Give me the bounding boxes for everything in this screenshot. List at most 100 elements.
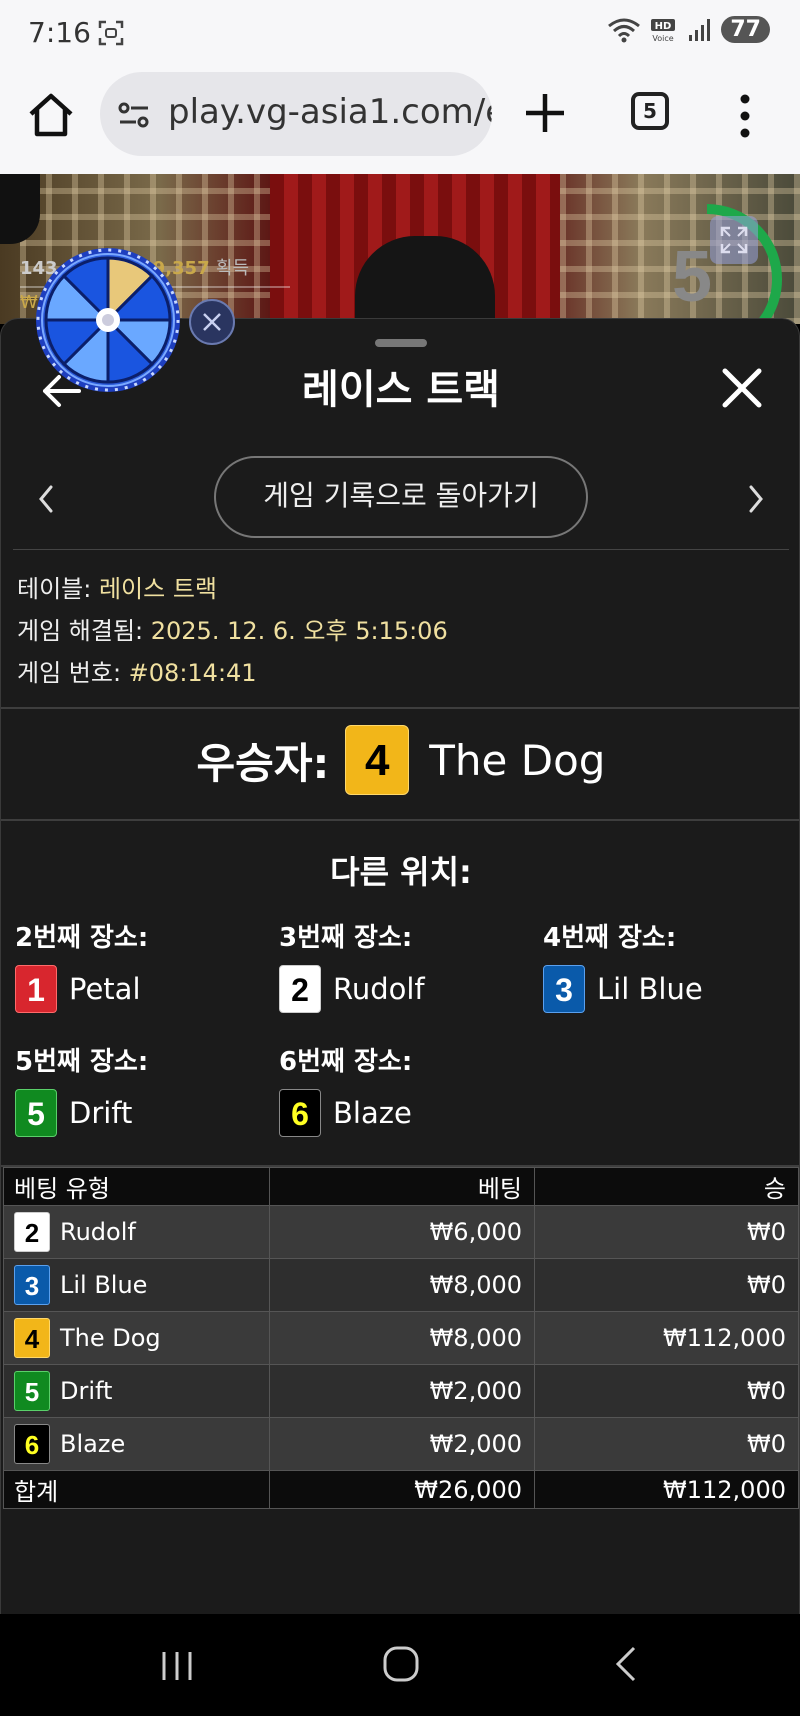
runner-name: Lil Blue [597,972,703,1006]
close-icon[interactable] [719,365,765,411]
runner-badge: 2 [279,965,321,1013]
place-4-runner: 3 Lil Blue [543,965,703,1013]
chevron-left-icon[interactable] [31,479,61,519]
winner-badge: 4 [345,725,410,795]
runner-badge: 2 [14,1212,50,1252]
place-2-runner: 1 Petal [15,965,141,1013]
expand-icon [720,226,748,254]
winner-name: The Dog [429,735,606,785]
battery-indicator: 77 [721,16,770,43]
runner-badge: 3 [14,1265,50,1305]
runner-badge: 3 [543,965,585,1013]
url-text[interactable]: play.vg-asia1.com/e [168,92,492,132]
tab-switcher-button[interactable]: 5 [631,92,669,130]
fullscreen-button[interactable] [710,216,758,264]
winner-row: 우승자: 4 The Dog [1,725,799,795]
stats-suffix: 획득 [215,258,250,279]
win-amount: ₩0 [534,1364,799,1418]
system-home-icon[interactable] [382,1644,420,1684]
place-3-label: 3번째 장소: [279,923,413,953]
lucky-wheel-icon[interactable] [34,246,182,394]
info-table-value: 레이스 트랙 [98,575,217,603]
screenshot-icon [98,20,124,46]
total-win: ₩112,000 [534,1470,799,1509]
chevron-right-icon[interactable] [741,479,771,519]
bet-amount: ₩8,000 [269,1258,535,1312]
info-table: 테이블: 레이스 트랙 [17,569,217,604]
header-bet: 베팅 [269,1167,535,1206]
info-resolved-value: 2025. 12. 6. 오후 5:15:06 [150,617,448,645]
runner-badge: 5 [15,1089,57,1137]
status-icons: HD Voice 77 [607,16,770,43]
place-6-label: 6번째 장소: [279,1047,413,1077]
info-resolved: 게임 해결됨: 2025. 12. 6. 오후 5:15:06 [17,611,448,646]
win-amount: ₩112,000 [534,1311,799,1365]
table-header-row: 베팅 유형 베팅 승 [3,1167,799,1206]
bet-amount: ₩2,000 [269,1417,535,1471]
runner-badge: 6 [14,1424,50,1464]
place-5-label: 5번째 장소: [15,1047,149,1077]
header-win: 승 [534,1167,799,1206]
table-row: 5 Drift ₩2,000 ₩0 [3,1364,799,1418]
place-3-runner: 2 Rudolf [279,965,425,1013]
total-label: 합계 [3,1470,270,1509]
status-bar: 7:16 HD Voice 77 [0,0,800,68]
info-game-number-label: 게임 번호: [17,659,129,687]
system-back-icon[interactable] [612,1644,638,1684]
info-game-number-value: #08:14:41 [128,659,257,687]
info-game-number: 게임 번호: #08:14:41 [17,653,257,688]
header-bet-type: 베팅 유형 [3,1167,270,1206]
bet-amount: ₩6,000 [269,1205,535,1259]
win-amount: ₩0 [534,1205,799,1259]
site-settings-icon[interactable] [118,100,150,130]
countdown-number: 5 [672,237,713,317]
sheet-drag-handle[interactable] [375,339,427,347]
bet-runner: 2 Rudolf [3,1205,270,1259]
wheel-close-icon[interactable] [188,298,236,346]
info-table-label: 테이블: [17,575,99,603]
address-bar[interactable]: play.vg-asia1.com/e [100,72,492,156]
divider [1,819,799,821]
svg-text:HD: HD [655,21,672,32]
wifi-icon [608,18,641,42]
runner-name: Rudolf [333,972,425,1006]
runner-name: The Dog [60,1324,161,1352]
race-result-sheet: 레이스 트랙 게임 기록으로 돌아가기 테이블: 레이스 트랙 게임 해결됨: … [0,318,800,1614]
bet-runner: 4 The Dog [3,1311,270,1365]
browser-toolbar: play.vg-asia1.com/e 5 [0,68,800,174]
bet-runner: 5 Drift [3,1364,270,1418]
place-2-label: 2번째 장소: [15,923,149,953]
runner-name: Blaze [60,1430,126,1458]
table-total-row: 합계 ₩26,000 ₩112,000 [3,1470,799,1509]
info-resolved-label: 게임 해결됨: [17,617,151,645]
bet-runner: 3 Lil Blue [3,1258,270,1312]
place-5-runner: 5 Drift [15,1089,132,1137]
bet-runner: 6 Blaze [3,1417,270,1471]
win-amount: ₩0 [534,1258,799,1312]
signal-icon [689,18,711,41]
home-icon[interactable] [26,90,76,140]
place-4-label: 4번째 장소: [543,923,677,953]
bet-amount: ₩8,000 [269,1311,535,1365]
bet-table: 베팅 유형 베팅 승 2 Rudolf ₩6,000 ₩0 3 Lil Blue ₩… [3,1167,799,1509]
divider [13,549,789,550]
table-row: 6 Blaze ₩2,000 ₩0 [3,1417,799,1471]
runner-badge: 1 [15,965,57,1013]
runner-name: Blaze [333,1096,412,1130]
runner-name: Petal [69,972,141,1006]
recent-apps-icon[interactable] [160,1650,194,1682]
more-options-icon[interactable] [738,94,752,138]
runner-badge: 6 [279,1089,321,1137]
win-amount: ₩0 [534,1417,799,1471]
svg-text:Voice: Voice [653,34,674,43]
hd-voice-icon: HD Voice [651,18,676,43]
runner-name: Drift [69,1096,133,1130]
table-row: 2 Rudolf ₩6,000 ₩0 [3,1205,799,1259]
back-to-history-button[interactable]: 게임 기록으로 돌아가기 [214,456,588,538]
status-time: 7:16 [28,16,91,49]
table-row: 3 Lil Blue ₩8,000 ₩0 [3,1258,799,1312]
runner-badge: 5 [14,1371,50,1411]
new-tab-icon[interactable] [522,90,568,136]
runner-badge: 4 [14,1318,50,1358]
runner-name: Lil Blue [60,1271,148,1299]
